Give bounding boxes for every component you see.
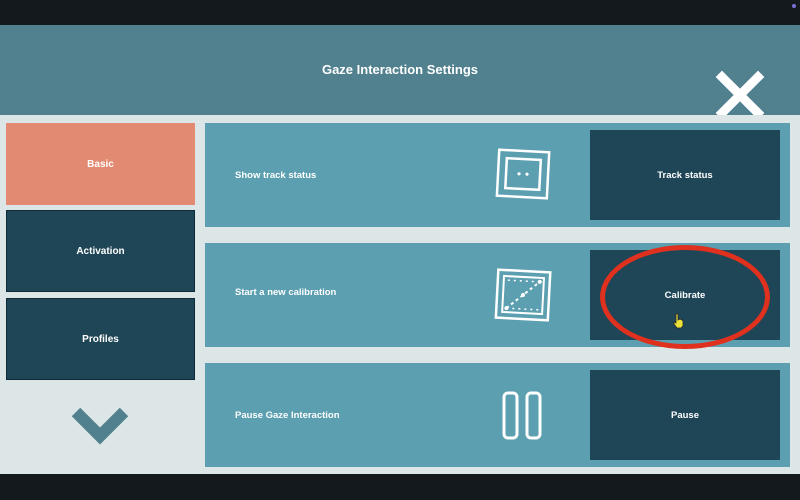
sidebar-item-profiles[interactable]: Profiles [6,298,195,380]
sidebar-item-label: Activation [76,245,125,257]
header-bar: Gaze Interaction Settings [0,25,800,120]
page-title: Gaze Interaction Settings [321,62,479,77]
calibrate-button[interactable]: Calibrate [590,250,780,340]
close-button[interactable] [712,69,768,121]
button-label: Pause [671,409,699,421]
scroll-down-button[interactable] [70,402,130,448]
row-label: Show track status [235,170,317,181]
row-label: Pause Gaze Interaction [235,410,340,421]
button-label: Calibrate [664,289,706,301]
bottom-system-bar [0,474,800,500]
pause-button[interactable]: Pause [590,370,780,460]
status-dot-icon [792,4,796,8]
track-status-icon [495,148,551,200]
sidebar-item-label: Basic [87,158,114,170]
close-x-icon [715,70,765,120]
hand-cursor-icon [673,313,684,329]
calibration-icon [494,268,552,322]
track-status-button[interactable]: Track status [590,130,780,220]
button-label: Track status [657,169,713,181]
sidebar-item-basic[interactable]: Basic [6,123,195,205]
row-calibration: Start a new calibration Calibrate [205,243,790,347]
chevron-down-icon [71,407,129,445]
row-label: Start a new calibration [235,287,337,298]
row-track-status: Show track status Track status [205,123,790,227]
pause-icon [502,391,542,440]
sidebar-item-label: Profiles [82,333,119,345]
top-system-bar [0,0,800,25]
sidebar-item-activation[interactable]: Activation [6,210,195,292]
row-pause: Pause Gaze Interaction Pause [205,363,790,467]
